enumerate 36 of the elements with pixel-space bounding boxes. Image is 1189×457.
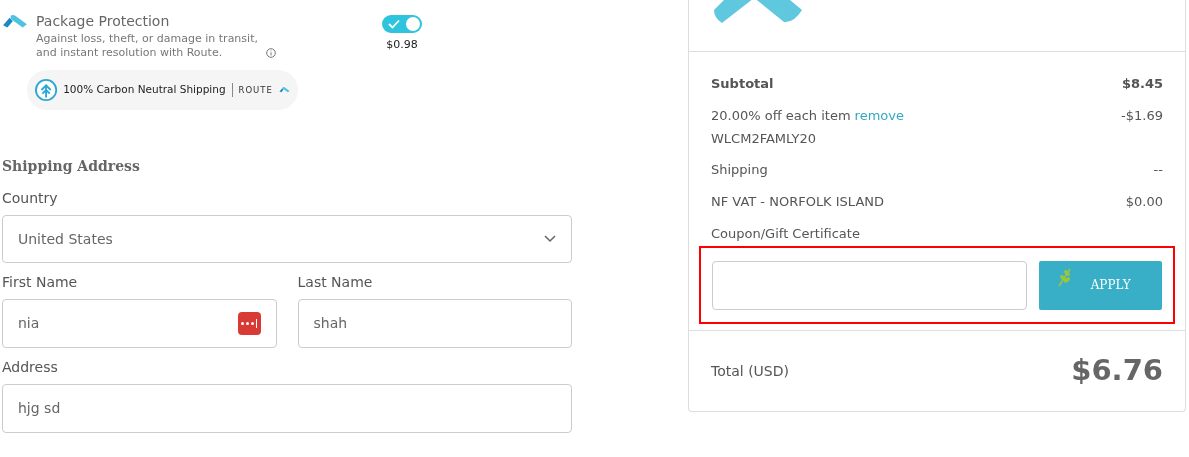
summary-value: $0.00 bbox=[1125, 193, 1163, 211]
chevron-down-icon bbox=[544, 235, 556, 243]
coupon-field[interactable] bbox=[712, 260, 1028, 310]
field-label: Last Name bbox=[297, 273, 374, 292]
summary-value: $8.45 bbox=[1121, 75, 1163, 93]
password-manager-icon[interactable] bbox=[237, 312, 261, 335]
summary-value: -- bbox=[1153, 161, 1163, 179]
total-label: Total (USD) bbox=[711, 361, 789, 381]
protection-toggle[interactable] bbox=[382, 15, 422, 33]
coupon-code: WLCM2FAMLY20 bbox=[711, 129, 818, 148]
section-heading: Shipping Address bbox=[2, 157, 141, 176]
summary-label: Subtotal bbox=[711, 75, 774, 93]
summary-label: Shipping bbox=[711, 161, 768, 179]
protection-price: $0.98 bbox=[386, 37, 418, 53]
tree-icon bbox=[35, 78, 58, 102]
protection-description: Against loss, theft, or damage in transit, and instant resolution with Route. bbox=[36, 32, 259, 60]
field-label: First Name bbox=[2, 273, 79, 292]
route-logo-icon bbox=[2, 14, 28, 30]
text-field[interactable]: hjg sd bbox=[2, 384, 572, 433]
route-logo-icon bbox=[278, 86, 290, 94]
text-field[interactable]: shah bbox=[297, 299, 572, 348]
text-field[interactable]: nia bbox=[2, 299, 277, 348]
country-select[interactable]: United States bbox=[2, 215, 572, 263]
info-icon[interactable] bbox=[266, 48, 276, 58]
coupon-label: Coupon/Gift Certificate bbox=[711, 226, 861, 242]
field-label: Country bbox=[2, 189, 59, 208]
summary-value: -$1.69 bbox=[1121, 107, 1163, 125]
protection-title: Package Protection bbox=[36, 12, 171, 31]
summary-label: NF VAT - NORFOLK ISLAND bbox=[711, 193, 885, 211]
check-icon bbox=[388, 19, 400, 29]
wheat-icon bbox=[1057, 266, 1074, 287]
brand-text: ROUTE bbox=[238, 83, 273, 97]
discount-label: 20.00% off each item bbox=[711, 107, 851, 125]
badge-text: 100% Carbon Neutral Shipping bbox=[63, 82, 226, 98]
field-label: Address bbox=[2, 358, 59, 377]
total-value: $6.76 bbox=[1071, 352, 1163, 390]
